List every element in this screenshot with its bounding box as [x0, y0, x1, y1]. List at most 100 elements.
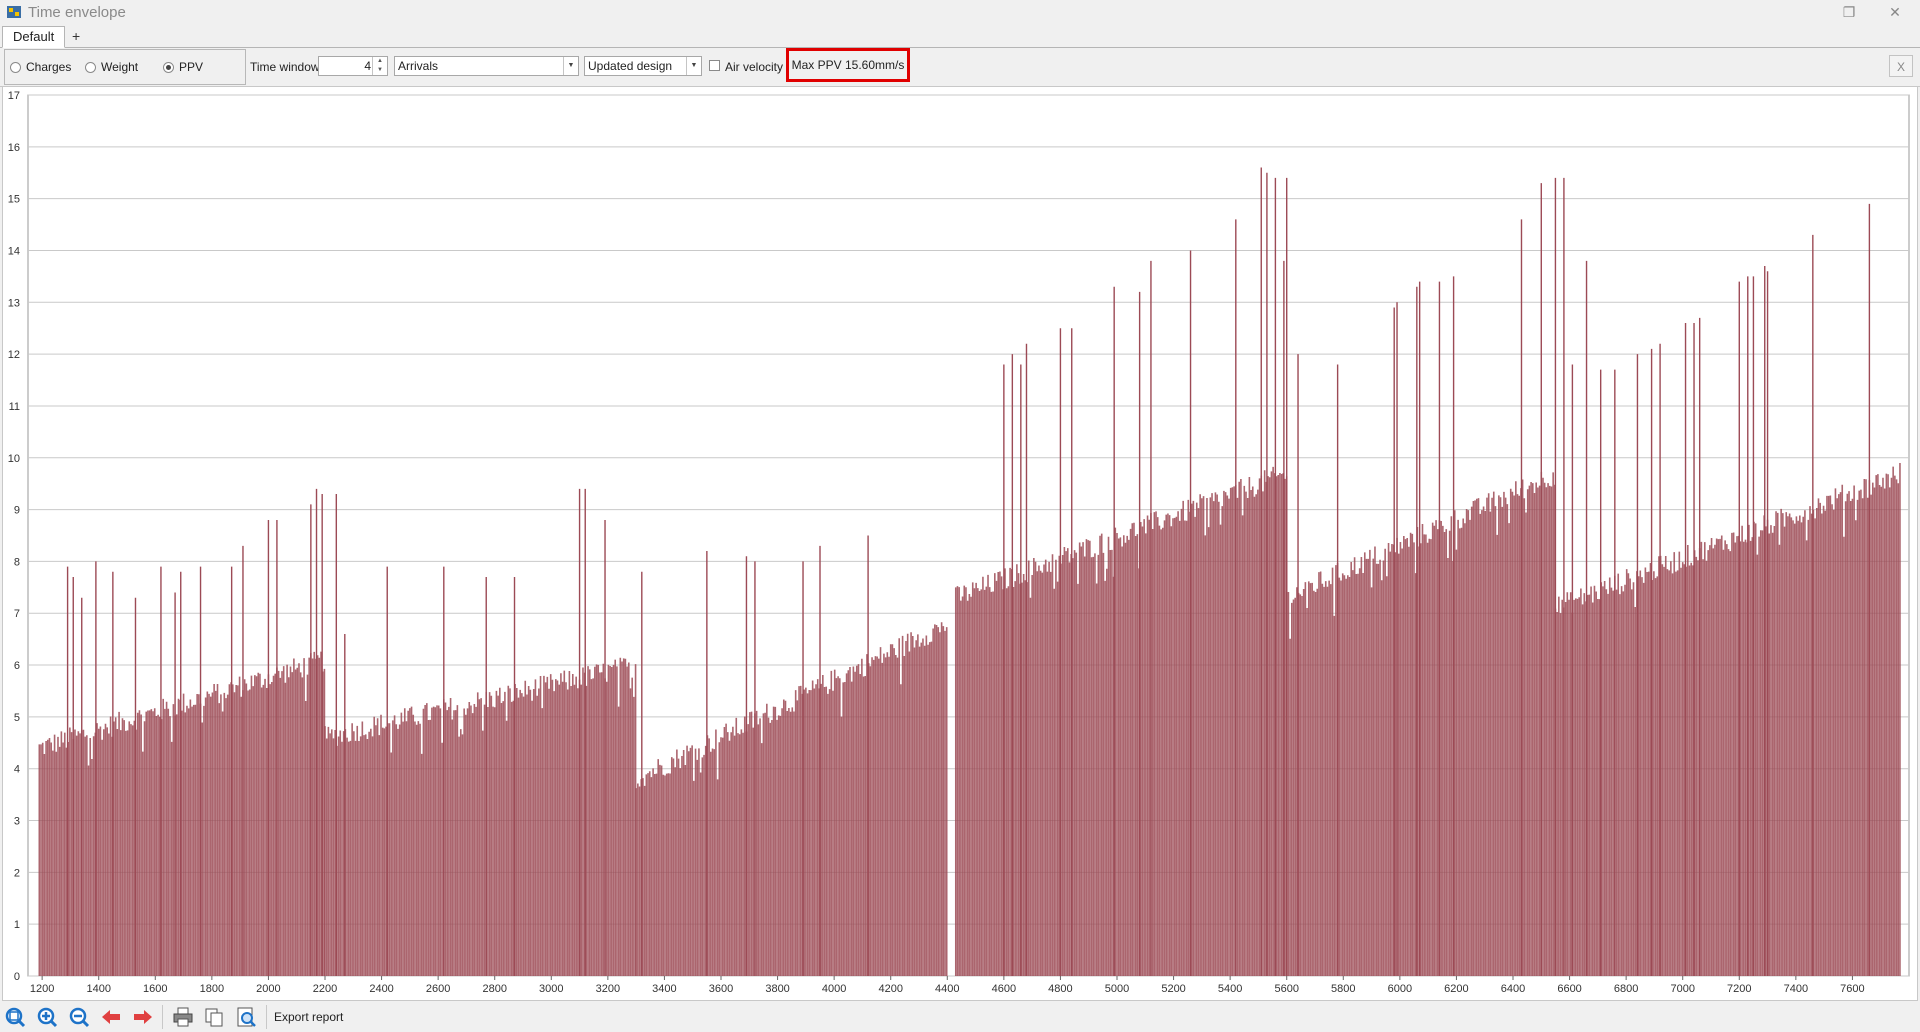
zoom-out-icon[interactable] [68, 1006, 90, 1028]
y-tick-label: 4 [14, 764, 20, 776]
y-tick-label: 13 [8, 297, 20, 309]
y-tick-label: 8 [14, 556, 20, 568]
tab-default[interactable]: Default [2, 26, 66, 48]
time-envelope-chart: 012345678910111213141516171200 1400 1600 18… [8, 90, 1910, 995]
x-tick-label: 3200 [596, 983, 620, 995]
x-tick-label: 6000 [1388, 983, 1412, 995]
x-tick-label: 6600 [1557, 983, 1581, 995]
separator [266, 1005, 267, 1029]
x-tick-label: 5200 [1161, 983, 1185, 995]
y-tick-label: 7 [14, 608, 20, 620]
close-panel-button[interactable]: X [1889, 55, 1913, 77]
y-tick-label: 11 [9, 401, 20, 413]
x-tick-label: 1600 [143, 983, 167, 995]
app-icon [7, 6, 21, 18]
separator [162, 1005, 163, 1029]
radio-charges-circle[interactable] [10, 61, 21, 73]
export-report-button[interactable]: Export report [274, 1010, 343, 1024]
bottom-toolbar: Export report [0, 1001, 1920, 1032]
y-tick-label: 3 [14, 816, 20, 828]
x-tick-label: 5000 [1105, 983, 1129, 995]
x-tick-label: 5600 [1274, 983, 1298, 995]
x-tick-label: 7000 [1670, 983, 1694, 995]
x-tick-label: 3400 [652, 983, 676, 995]
copy-icon[interactable] [203, 1006, 225, 1028]
chevron-down-icon[interactable]: ▼ [563, 57, 578, 75]
radio-weight[interactable]: Weight [85, 60, 138, 74]
radio-charges-label: Charges [26, 60, 72, 74]
y-tick-label: 16 [8, 142, 20, 154]
zoom-fit-icon[interactable] [4, 1006, 26, 1028]
radio-weight-circle[interactable] [85, 61, 96, 73]
x-tick-label: 6400 [1501, 983, 1525, 995]
source-select-value: Arrivals [398, 59, 439, 73]
chart-area: 0 1 2 3 4 5 6 7 8 9 10 11 12 13 14 15 16 17 1200 1400 1600 18… [2, 86, 1918, 1001]
x-tick-label: 2600 [426, 983, 450, 995]
close-window-icon[interactable]: ✕ [1884, 3, 1906, 21]
x-tick-label: 1800 [200, 983, 224, 995]
arrow-left-icon[interactable] [100, 1006, 122, 1028]
y-tick-label: 12 [8, 349, 20, 361]
spin-up-icon[interactable]: ▲ [373, 57, 387, 66]
arrow-right-icon[interactable] [132, 1006, 154, 1028]
x-tick-label: 6800 [1614, 983, 1638, 995]
air-velocity-checkbox[interactable] [709, 60, 720, 71]
radio-ppv-circle[interactable] [163, 61, 174, 73]
restore-icon[interactable]: ❐ [1838, 3, 1860, 21]
window-title: Time envelope [28, 3, 126, 21]
x-tick-label: 2400 [369, 983, 393, 995]
time-window-spinner[interactable]: 4 ▲ ▼ [318, 56, 388, 76]
x-tick-label: 6200 [1444, 983, 1468, 995]
air-velocity-label: Air velocity [725, 60, 784, 74]
spin-down-icon[interactable]: ▼ [373, 66, 387, 75]
x-tick-label: 3800 [765, 983, 789, 995]
y-tick-label: 14 [8, 245, 20, 257]
y-tick-label: 0 [14, 971, 20, 983]
time-window-label: Time window [250, 60, 320, 74]
x-tick-label: 4600 [992, 983, 1016, 995]
x-tick-label: 7400 [1784, 983, 1808, 995]
chevron-down-icon[interactable]: ▼ [686, 57, 701, 75]
y-tick-label: 10 [8, 453, 20, 465]
radio-charges[interactable]: Charges [10, 60, 71, 74]
x-tick-label: 4800 [1048, 983, 1072, 995]
x-tick-label: 3600 [709, 983, 733, 995]
tab-strip: Default + [0, 24, 1920, 48]
radio-weight-label: Weight [101, 60, 139, 74]
y-tick-label: 1 [14, 919, 20, 931]
x-tick-label: 2000 [256, 983, 280, 995]
spinner-arrows[interactable]: ▲ ▼ [372, 57, 387, 75]
x-tick-label: 1400 [86, 983, 110, 995]
x-tick-label: 4200 [878, 983, 902, 995]
radio-ppv[interactable]: PPV [163, 60, 203, 74]
y-tick-label: 5 [14, 712, 20, 724]
print-preview-icon[interactable] [235, 1006, 257, 1028]
x-tick-label: 2200 [313, 983, 337, 995]
toolbar: Charges Weight PPV Time window 4 ▲ ▼ Arr… [0, 48, 1920, 87]
y-tick-label: 17 [8, 90, 20, 102]
add-tab-button[interactable]: + [62, 26, 90, 46]
max-ppv-display: Max PPV 15.60mm/s [786, 48, 910, 82]
x-tick-label: 1200 [30, 983, 54, 995]
x-tick-label: 7600 [1840, 983, 1864, 995]
y-tick-label: 15 [8, 194, 20, 206]
design-select-value: Updated design [588, 59, 673, 73]
x-tick-label: 2800 [482, 983, 506, 995]
x-tick-label: 4000 [822, 983, 846, 995]
mode-radio-group: Charges Weight PPV [4, 49, 246, 85]
radio-ppv-label: PPV [179, 60, 204, 74]
design-select[interactable]: Updated design ▼ [584, 56, 702, 76]
title-bar: Time envelope ❐ ✕ [0, 0, 1920, 24]
source-select[interactable]: Arrivals ▼ [394, 56, 579, 76]
zoom-in-icon[interactable] [36, 1006, 58, 1028]
y-tick-label: 6 [14, 660, 20, 672]
y-tick-label: 9 [14, 505, 20, 517]
x-tick-label: 3000 [539, 983, 563, 995]
x-tick-label: 5400 [1218, 983, 1242, 995]
x-tick-label: 7200 [1727, 983, 1751, 995]
print-icon[interactable] [172, 1006, 194, 1028]
y-tick-label: 2 [14, 867, 20, 879]
x-tick-label: 5800 [1331, 983, 1355, 995]
time-window-value[interactable]: 4 [364, 59, 371, 73]
x-tick-label: 4400 [935, 983, 959, 995]
